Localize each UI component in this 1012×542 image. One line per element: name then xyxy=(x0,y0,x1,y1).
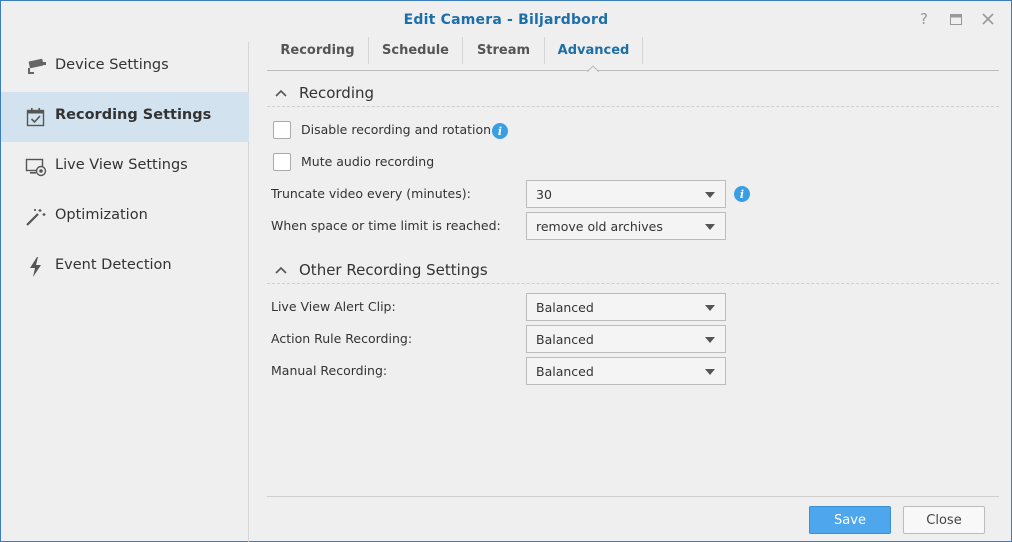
truncate-select[interactable]: 30 xyxy=(526,180,726,208)
chevron-down-icon xyxy=(705,224,715,230)
recording-section-header[interactable]: Recording xyxy=(267,81,999,107)
camera-icon xyxy=(25,57,47,77)
sidebar-item-recording-settings[interactable]: Recording Settings xyxy=(1,92,249,142)
disable-recording-label: Disable recording and rotation xyxy=(301,122,492,137)
mute-audio-label: Mute audio recording xyxy=(301,154,435,169)
monitor-icon xyxy=(25,157,47,177)
save-button[interactable]: Save xyxy=(809,506,891,534)
limit-select[interactable]: remove old archives xyxy=(526,212,726,240)
section-title: Recording xyxy=(299,84,375,102)
sidebar: Device Settings Recording Settings Live … xyxy=(1,42,249,542)
chevron-up-icon[interactable] xyxy=(275,89,287,97)
truncate-label: Truncate video every (minutes): xyxy=(271,186,471,201)
magic-wand-icon xyxy=(25,207,47,227)
sidebar-item-event-detection[interactable]: Event Detection xyxy=(1,242,249,292)
info-icon[interactable]: i xyxy=(734,186,750,202)
disable-recording-checkbox[interactable] xyxy=(273,121,291,139)
title-bar[interactable]: Edit Camera - Biljardbord ? xyxy=(1,1,1011,39)
sidebar-item-optimization[interactable]: Optimization xyxy=(1,192,249,242)
other-recording-section-header[interactable]: Other Recording Settings xyxy=(267,258,999,284)
tab-schedule[interactable]: Schedule xyxy=(369,37,463,64)
limit-label: When space or time limit is reached: xyxy=(271,218,501,233)
sidebar-item-label: Recording Settings xyxy=(55,107,212,123)
tab-advanced[interactable]: Advanced xyxy=(545,37,643,64)
calendar-check-icon xyxy=(25,107,47,127)
sidebar-item-live-view-settings[interactable]: Live View Settings xyxy=(1,142,249,192)
manual-recording-value: Balanced xyxy=(536,364,594,379)
sidebar-item-label: Live View Settings xyxy=(55,157,188,173)
sidebar-item-label: Event Detection xyxy=(55,257,172,273)
mute-audio-checkbox[interactable] xyxy=(273,153,291,171)
action-rule-label: Action Rule Recording: xyxy=(271,331,413,346)
sidebar-item-label: Device Settings xyxy=(55,57,169,73)
info-icon[interactable]: i xyxy=(492,123,508,139)
tab-recording[interactable]: Recording xyxy=(267,37,369,64)
sidebar-item-label: Optimization xyxy=(55,207,148,223)
truncate-value: 30 xyxy=(536,187,552,202)
section-title: Other Recording Settings xyxy=(299,261,488,279)
alert-clip-select[interactable]: Balanced xyxy=(526,293,726,321)
limit-value: remove old archives xyxy=(536,219,663,234)
manual-recording-select[interactable]: Balanced xyxy=(526,357,726,385)
action-rule-select[interactable]: Balanced xyxy=(526,325,726,353)
tab-stream[interactable]: Stream xyxy=(463,37,545,64)
sidebar-item-device-settings[interactable]: Device Settings xyxy=(1,42,249,92)
chevron-down-icon xyxy=(705,305,715,311)
tab-bar: Recording Schedule Stream Advanced xyxy=(267,37,999,71)
help-icon[interactable]: ? xyxy=(915,10,933,28)
dialog-title: Edit Camera - Biljardbord xyxy=(403,12,609,28)
close-button[interactable]: Close xyxy=(903,506,985,534)
chevron-up-icon[interactable] xyxy=(275,266,287,274)
alert-clip-value: Balanced xyxy=(536,300,594,315)
manual-recording-label: Manual Recording: xyxy=(271,363,388,378)
maximize-icon[interactable] xyxy=(947,10,965,28)
lightning-icon xyxy=(25,257,47,277)
chevron-down-icon xyxy=(705,369,715,375)
chevron-down-icon xyxy=(705,192,715,198)
close-icon[interactable] xyxy=(979,10,997,28)
edit-camera-dialog: Edit Camera - Biljardbord ? Device Setti… xyxy=(0,0,1012,542)
action-rule-value: Balanced xyxy=(536,332,594,347)
chevron-down-icon xyxy=(705,337,715,343)
active-tab-indicator xyxy=(587,65,599,72)
footer-divider xyxy=(267,496,999,497)
alert-clip-label: Live View Alert Clip: xyxy=(271,299,396,314)
